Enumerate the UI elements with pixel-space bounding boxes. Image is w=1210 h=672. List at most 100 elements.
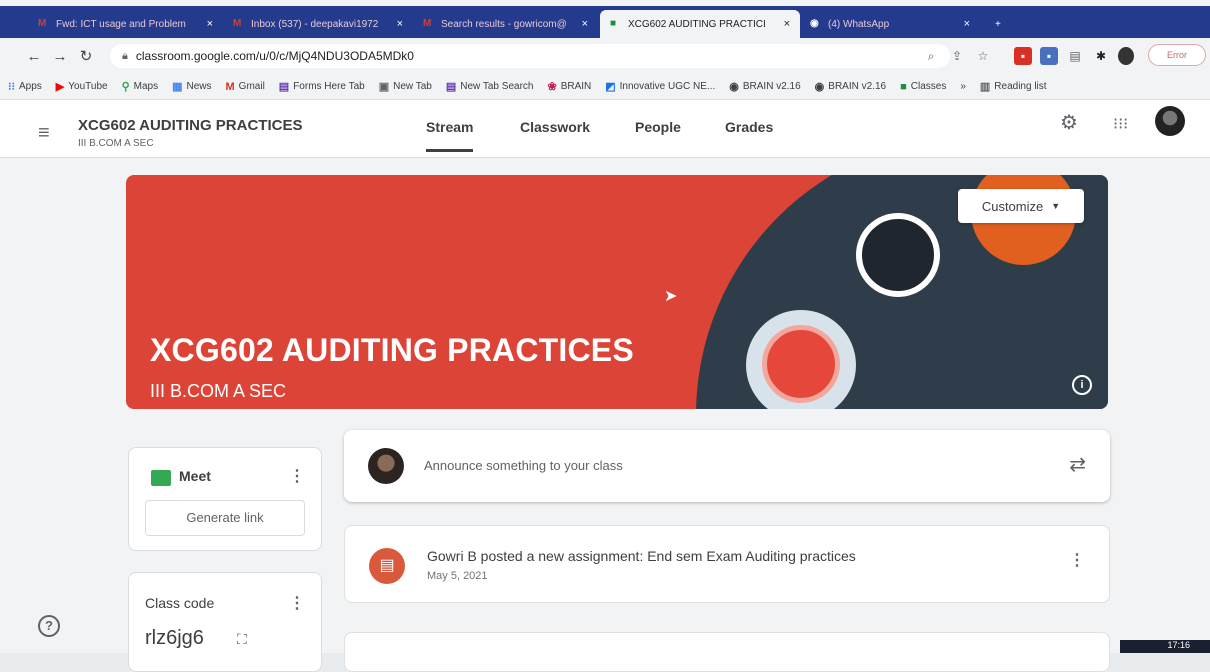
forms-icon: ▤ <box>445 81 457 93</box>
hamburger-menu-icon[interactable]: ≡ <box>38 122 50 145</box>
bookmark-maps[interactable]: ⚲ Maps <box>122 80 159 93</box>
bookmark-label: Classes <box>910 81 947 92</box>
bookmark-youtube[interactable]: ▶ YouTube <box>56 80 108 93</box>
browser-tab-active[interactable]: ■ XCG602 AUDITING PRACTICI × <box>600 10 800 38</box>
bookmark-label: Gmail <box>238 81 265 92</box>
url-text: classroom.google.com/u/0/c/MjQ4NDU3ODA5M… <box>135 49 414 63</box>
reload-icon[interactable]: ↻ <box>76 47 96 65</box>
bookmark-label: Forms Here Tab <box>293 81 365 92</box>
caret-down-icon: ▼ <box>1051 201 1061 211</box>
account-avatar[interactable] <box>1155 106 1185 136</box>
fullscreen-icon[interactable]: ⛶ <box>237 631 247 648</box>
apps-grid-icon[interactable]: ⁝⁝⁝ <box>1113 114 1128 134</box>
meet-icon <box>151 470 171 486</box>
gmail-icon: M <box>38 18 47 29</box>
close-tab-icon[interactable]: × <box>582 18 588 30</box>
apps-grid-icon: ⁝⁝ <box>8 81 15 93</box>
tab-label: Inbox (537) - deepakavi1972 <box>251 18 379 30</box>
search-icon[interactable]: ⌕ <box>922 47 940 65</box>
tab-label: Fwd: ICT usage and Problem <box>56 18 186 30</box>
repost-arrows-icon[interactable]: ⇄ <box>1069 452 1086 477</box>
bookmark-brain-v216[interactable]: ◉ BRAIN v2.16 <box>729 80 800 93</box>
close-tab-icon[interactable]: × <box>964 18 970 30</box>
course-title[interactable]: XCG602 AUDITING PRACTICES <box>78 117 302 134</box>
gmail-icon: M <box>225 80 235 93</box>
extension-icon[interactable]: ▪ <box>1040 47 1058 65</box>
share-icon[interactable]: ⇪ <box>948 47 966 65</box>
stream-post[interactable] <box>344 632 1110 672</box>
bookmark-label: Innovative UGC NE... <box>619 81 716 92</box>
classroom-icon: ■ <box>610 18 617 29</box>
bookmark-ugc[interactable]: ◩ Innovative UGC NE... <box>605 80 715 93</box>
newtab-icon: ▣ <box>378 81 390 93</box>
banner-title: XCG602 AUDITING PRACTICES <box>150 332 634 368</box>
tab-label: XCG602 AUDITING PRACTICI <box>628 18 766 30</box>
bookmark-label: Apps <box>19 81 42 92</box>
profile-error-button[interactable]: Error <box>1148 44 1206 66</box>
brain-icon: ❀ <box>547 81 557 93</box>
extension-icon[interactable]: ▤ <box>1066 47 1084 65</box>
bookmark-news[interactable]: ▦ News <box>172 80 211 93</box>
globe-icon: ◉ <box>729 81 739 93</box>
forms-icon: ▤ <box>278 81 290 93</box>
close-tab-icon[interactable]: × <box>207 18 213 30</box>
browser-tab[interactable]: ◉ (4) WhatsApp × <box>800 10 980 38</box>
bookmark-reading-list[interactable]: ▥ Reading list <box>980 80 1047 93</box>
system-tray: 17:16 <box>1120 640 1210 653</box>
course-section: III B.COM A SEC <box>78 138 154 149</box>
bookmark-brain-v216[interactable]: ◉ BRAIN v2.16 <box>815 80 886 93</box>
browser-tab[interactable]: M Fwd: ICT usage and Problem × <box>28 10 223 38</box>
coffee-cup-illustration <box>856 213 940 297</box>
whatsapp-icon: ◉ <box>810 18 819 29</box>
bookmark-gmail[interactable]: M Gmail <box>226 81 265 93</box>
address-bar[interactable]: 🔒︎ classroom.google.com/u/0/c/MjQ4NDU3OD… <box>110 44 950 68</box>
customize-button[interactable]: Customize ▼ <box>958 189 1084 223</box>
browser-tab[interactable]: M Search results - gowricom@ × <box>413 10 598 38</box>
extension-icon[interactable]: ▪ <box>1014 47 1032 65</box>
bookmark-label: New Tab Search <box>460 81 534 92</box>
star-icon[interactable]: ☆ <box>974 47 992 65</box>
bookmark-label: New Tab <box>393 81 432 92</box>
clock-text: 17:16 <box>1167 640 1190 650</box>
bookmark-apps[interactable]: ⁝⁝ Apps <box>8 80 42 93</box>
profile-avatar[interactable] <box>1118 47 1134 65</box>
browser-tab-strip: M Fwd: ICT usage and Problem × M Inbox (… <box>0 6 1210 38</box>
stream-post[interactable]: ▤ Gowri B posted a new assignment: End s… <box>344 525 1110 603</box>
bookmark-brain[interactable]: ❀ BRAIN <box>547 80 591 93</box>
browser-tab[interactable]: M Inbox (537) - deepakavi1972 × <box>223 10 413 38</box>
reading-list-icon: ▥ <box>979 81 991 93</box>
more-vert-icon[interactable]: ⋮ <box>289 593 305 613</box>
bookmark-forms[interactable]: ▤ Forms Here Tab <box>279 80 365 93</box>
meet-card: Meet ⋮ Generate link <box>128 447 322 551</box>
bookmarks-overflow[interactable]: » <box>960 81 966 92</box>
bookmark-new-tab[interactable]: ▣ New Tab <box>379 80 432 93</box>
generate-link-button[interactable]: Generate link <box>145 500 305 536</box>
back-arrow-icon[interactable]: ← <box>24 48 44 65</box>
bookmark-label: News <box>186 81 212 92</box>
post-title[interactable]: Gowri B posted a new assignment: End sem… <box>427 548 856 564</box>
more-vert-icon[interactable]: ⋮ <box>289 466 305 486</box>
new-tab-button[interactable]: + <box>985 10 1015 38</box>
close-tab-icon[interactable]: × <box>397 18 403 30</box>
close-tab-icon[interactable]: × <box>784 18 790 30</box>
forward-arrow-icon[interactable]: → <box>50 48 70 65</box>
announce-box[interactable]: Announce something to your class ⇄ <box>344 430 1110 502</box>
assignment-icon: ▤ <box>369 548 405 584</box>
help-icon[interactable]: ? <box>38 615 60 637</box>
announce-placeholder: Announce something to your class <box>424 458 623 473</box>
tab-stream[interactable]: Stream <box>426 119 474 152</box>
meet-label: Meet <box>179 468 211 484</box>
bookmark-new-tab-search[interactable]: ▤ New Tab Search <box>446 80 534 93</box>
bookmark-classes[interactable]: ■ Classes <box>900 81 946 93</box>
mouse-cursor-icon: ➤ <box>664 288 678 305</box>
bookmark-label: Maps <box>133 81 159 92</box>
more-vert-icon[interactable]: ⋮ <box>1069 550 1085 570</box>
course-banner: XCG602 AUDITING PRACTICES III B.COM A SE… <box>126 175 1108 409</box>
tab-people[interactable]: People <box>635 119 681 135</box>
tab-grades[interactable]: Grades <box>725 119 773 135</box>
settings-gear-icon[interactable]: ⚙ <box>1060 110 1078 135</box>
info-icon[interactable]: i <box>1072 375 1092 395</box>
tab-label: Search results - gowricom@ <box>441 18 567 30</box>
puzzle-icon[interactable]: ✱ <box>1092 47 1110 65</box>
tab-classwork[interactable]: Classwork <box>520 119 590 135</box>
